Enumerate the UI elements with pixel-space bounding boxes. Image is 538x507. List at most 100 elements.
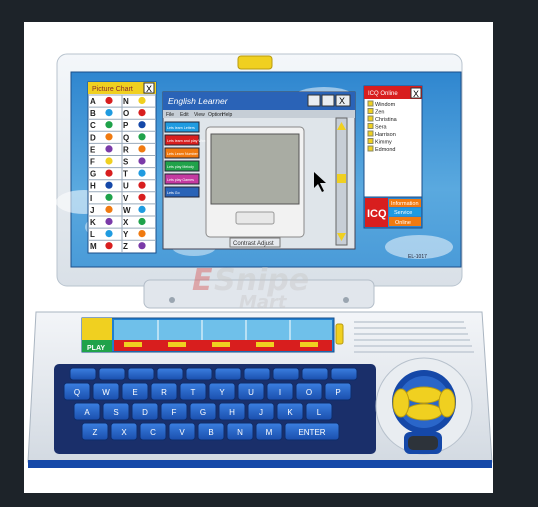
app-menu-button-label: Lets Learn Number — [167, 152, 199, 156]
lcd-display — [210, 133, 300, 205]
keyboard-key — [98, 367, 126, 381]
chart-letter: M — [90, 242, 97, 251]
mouse-button-right — [438, 388, 456, 418]
key-label: W — [102, 388, 110, 397]
picture-chart-title: Picture Chart — [92, 86, 133, 93]
picture-icon — [105, 96, 113, 105]
chart-letter: H — [90, 182, 96, 191]
chart-letter: Q — [123, 133, 129, 142]
picture-chart-close-icon: X — [146, 84, 152, 94]
chart-letter: R — [123, 145, 129, 154]
key-label: L — [317, 408, 322, 417]
picture-icon — [138, 96, 146, 105]
folder-icon — [367, 100, 374, 107]
key-label: C — [150, 428, 156, 437]
chart-letter: P — [123, 121, 129, 130]
picture-icon — [105, 205, 113, 213]
chart-letter: F — [90, 158, 95, 167]
picture-icon — [105, 109, 113, 117]
play-label: PLAY — [87, 345, 105, 352]
contact-name: Harrison — [375, 132, 396, 138]
key-label: K — [287, 408, 293, 417]
picture-icon — [138, 181, 146, 189]
picture-icon — [138, 169, 146, 177]
key-label: Q — [74, 388, 80, 397]
chart-letter: B — [90, 109, 96, 118]
mouse-button-up — [405, 386, 443, 404]
picture-chart-panel: Picture Chart X A N B O C P D Q E R F S G T H U I V J W K X L Y… — [87, 81, 157, 254]
maximize-button — [321, 94, 335, 107]
key-label: Z — [93, 428, 98, 437]
picture-icon — [105, 169, 113, 177]
key-label: M — [266, 428, 273, 437]
picture-icon — [105, 217, 113, 226]
chart-letter: J — [90, 206, 94, 215]
picture-icon — [138, 145, 146, 153]
chart-letter: G — [90, 170, 96, 179]
contrast-adjust-label: Contrast Adjust — [233, 241, 274, 247]
picture-icon — [105, 145, 113, 153]
folder-icon — [367, 130, 374, 137]
contact-name: Kimmy — [375, 140, 392, 146]
model-number: EL-1017 — [408, 254, 427, 260]
english-learner-window: English Learner X File Edit View Option Help… — [162, 91, 356, 250]
contact-name: Edmond — [375, 147, 396, 153]
chart-letter: W — [123, 206, 131, 215]
base-blue-trim — [28, 460, 492, 468]
key-label: U — [248, 388, 254, 397]
keyboard-key — [330, 367, 358, 381]
key-label: F — [172, 408, 177, 417]
lid-latch — [237, 55, 273, 70]
icq-label: ICQ — [367, 208, 387, 220]
picture-icon — [138, 157, 146, 165]
key-label: I — [279, 388, 281, 397]
folder-icon — [367, 108, 374, 114]
mouse-button-left — [392, 388, 410, 418]
contact-name: Christina — [375, 117, 398, 123]
window-title: English Learner — [168, 96, 229, 106]
chart-letter: Y — [123, 230, 129, 239]
chart-letter: A — [90, 97, 96, 106]
key-label: V — [179, 428, 185, 437]
key-label: J — [259, 408, 263, 417]
chart-letter: X — [123, 218, 129, 227]
online-label: Online — [395, 220, 411, 226]
picture-icon — [105, 181, 113, 189]
minimize-button — [307, 94, 321, 107]
key-label: G — [200, 408, 206, 417]
chart-letter: K — [90, 218, 96, 227]
app-menu-button-label: Lets play Melody — [167, 165, 194, 169]
function-strip: PLAY — [81, 317, 335, 353]
watermark-line2: Mart — [239, 292, 288, 313]
folder-icon — [367, 138, 374, 144]
picture-icon — [138, 193, 146, 201]
menu-item: Help — [222, 112, 233, 118]
contact-name: Sera — [375, 125, 388, 131]
chart-letter: N — [123, 97, 129, 106]
folder-icon — [367, 145, 374, 152]
chart-letter: E — [90, 145, 96, 154]
key-label: ENTER — [298, 428, 325, 437]
app-menu-button-label: Lets Go — [167, 191, 180, 195]
chart-letter: D — [90, 133, 96, 142]
keyboard-key — [185, 367, 213, 381]
key-label: S — [113, 408, 118, 417]
picture-icon — [105, 242, 113, 250]
picture-icon — [105, 157, 113, 165]
folder-icon — [367, 115, 374, 122]
picture-icon — [105, 121, 113, 129]
keyboard-key — [69, 367, 97, 381]
contact-name: Zen — [375, 110, 384, 116]
product-photo: Picture Chart X A N B O C P D Q E R F S G T H U I V J W K X L Y… — [24, 22, 493, 493]
keyboard-key — [156, 367, 184, 381]
key-label: A — [84, 408, 90, 417]
key-label: B — [208, 428, 213, 437]
keyboard-key — [272, 367, 300, 381]
key-label: O — [306, 388, 312, 397]
mouse-pad — [375, 357, 473, 455]
keyboard-key — [301, 367, 329, 381]
picture-icon — [138, 230, 146, 238]
picture-icon — [138, 121, 146, 129]
key-label: P — [335, 388, 340, 397]
key-label: H — [229, 408, 235, 417]
